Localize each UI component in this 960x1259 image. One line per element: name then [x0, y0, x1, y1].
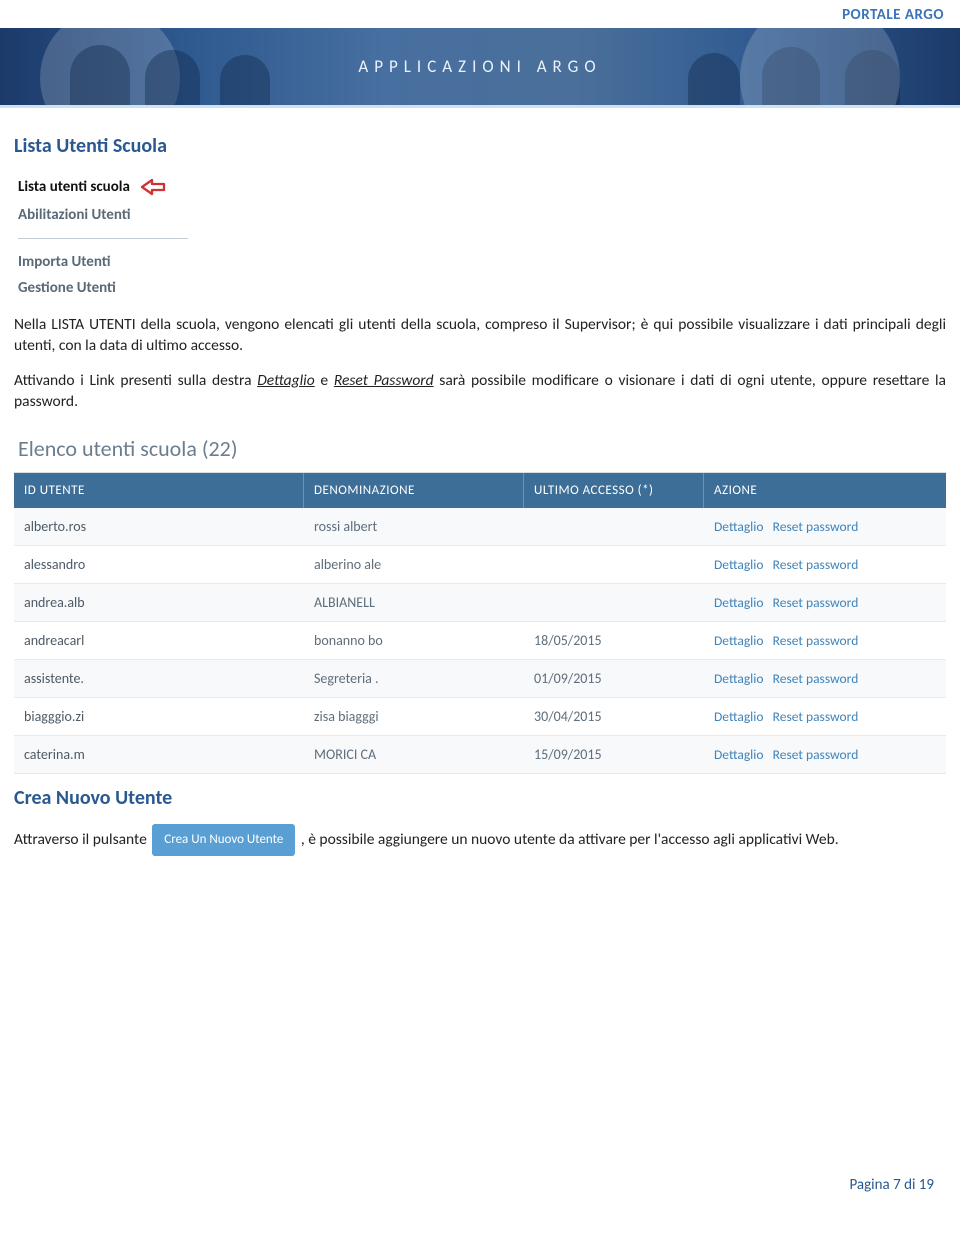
cell-denominazione: bonanno bo	[304, 622, 524, 659]
arrow-left-icon	[138, 176, 168, 198]
cell-denominazione: MORICI CA	[304, 736, 524, 773]
text-fragment: , è possibile aggiungere un nuovo utente…	[301, 830, 839, 849]
cell-denominazione: ALBIANELL	[304, 584, 524, 621]
action-reset-password-link[interactable]: Reset password	[773, 632, 859, 649]
table-row: biagggio.zizisa biagggi30/04/2015Dettagl…	[14, 698, 946, 736]
cell-ultimo-accesso: 18/05/2015	[524, 622, 704, 659]
menu-item-importa: Importa Utenti	[18, 249, 278, 275]
cell-id: caterina.m	[14, 736, 304, 773]
cell-id: biagggio.zi	[14, 698, 304, 735]
menu-item-label: Importa Utenti	[18, 253, 111, 271]
action-reset-password-link[interactable]: Reset password	[773, 746, 859, 763]
th-den: DENOMINAZIONE	[304, 473, 524, 508]
cell-id: alessandro	[14, 546, 304, 583]
action-dettaglio-link[interactable]: Dettaglio	[714, 518, 764, 535]
cell-id: andrea.alb	[14, 584, 304, 621]
cell-ultimo-accesso	[524, 554, 704, 574]
sidebar-menu-screenshot: Lista utenti scuola Abilitazioni Utenti …	[18, 172, 278, 301]
cell-azione: Dettaglio Reset password	[704, 508, 946, 545]
cell-ultimo-accesso: 01/09/2015	[524, 660, 704, 697]
cell-azione: Dettaglio Reset password	[704, 584, 946, 621]
table-row: andreacarlbonanno bo18/05/2015Dettaglio …	[14, 622, 946, 660]
table-row: andrea.albALBIANELL Dettaglio Reset passw…	[14, 584, 946, 622]
cell-ultimo-accesso: 30/04/2015	[524, 698, 704, 735]
link-reset-text: Reset Password	[334, 371, 434, 390]
cell-ultimo-accesso	[524, 516, 704, 536]
table-row: caterina.mMORICI CA15/09/2015Dettaglio R…	[14, 736, 946, 774]
create-user-button[interactable]: Crea Un Nuovo Utente	[152, 824, 295, 857]
banner-title: APPLICAZIONI ARGO	[358, 56, 601, 77]
link-dettaglio-text: Dettaglio	[257, 371, 314, 390]
paragraph-create: Attraverso il pulsante Crea Un Nuovo Ute…	[14, 824, 946, 857]
cell-azione: Dettaglio Reset password	[704, 660, 946, 697]
cell-ultimo-accesso: 15/09/2015	[524, 736, 704, 773]
th-acc: ULTIMO ACCESSO (*)	[524, 473, 704, 508]
users-table: ID UTENTE DENOMINAZIONE ULTIMO ACCESSO (…	[14, 472, 946, 774]
th-act: AZIONE	[704, 473, 946, 508]
action-dettaglio-link[interactable]: Dettaglio	[714, 556, 764, 573]
table-header-row: ID UTENTE DENOMINAZIONE ULTIMO ACCESSO (…	[14, 473, 946, 508]
cell-denominazione: Segreteria .	[304, 660, 524, 697]
cell-denominazione: zisa biagggi	[304, 698, 524, 735]
action-dettaglio-link[interactable]: Dettaglio	[714, 632, 764, 649]
menu-item-lista-utenti: Lista utenti scuola	[18, 172, 278, 202]
text-fragment: e	[315, 371, 334, 390]
action-dettaglio-link[interactable]: Dettaglio	[714, 670, 764, 687]
action-reset-password-link[interactable]: Reset password	[773, 594, 859, 611]
menu-separator	[18, 238, 188, 239]
menu-item-abilitazioni: Abilitazioni Utenti	[18, 202, 278, 228]
table-row: assistente.Segreteria .01/09/2015Dettagl…	[14, 660, 946, 698]
action-dettaglio-link[interactable]: Dettaglio	[714, 594, 764, 611]
cell-id: assistente.	[14, 660, 304, 697]
table-title: Elenco utenti scuola (22)	[18, 435, 946, 462]
menu-item-label: Gestione Utenti	[18, 279, 116, 297]
section-title-lista-utenti: Lista Utenti Scuola	[14, 134, 946, 158]
cell-id: alberto.ros	[14, 508, 304, 545]
action-reset-password-link[interactable]: Reset password	[773, 670, 859, 687]
brand-header: PORTALE ARGO	[0, 0, 960, 28]
th-id: ID UTENTE	[14, 473, 304, 508]
text-fragment: Attraverso il pulsante	[14, 830, 150, 849]
cell-id: andreacarl	[14, 622, 304, 659]
action-dettaglio-link[interactable]: Dettaglio	[714, 746, 764, 763]
cell-azione: Dettaglio Reset password	[704, 698, 946, 735]
paragraph-intro: Nella LISTA UTENTI della scuola, vengono…	[14, 315, 946, 357]
menu-item-label: Abilitazioni Utenti	[18, 206, 131, 224]
page-footer: Pagina 7 di 19	[0, 1176, 960, 1214]
paragraph-links: Attivando i Link presenti sulla destra D…	[14, 371, 946, 413]
cell-azione: Dettaglio Reset password	[704, 622, 946, 659]
cell-denominazione: rossi albert	[304, 508, 524, 545]
section-title-crea-nuovo: Crea Nuovo Utente	[14, 786, 946, 810]
banner: APPLICAZIONI ARGO	[0, 28, 960, 108]
cell-azione: Dettaglio Reset password	[704, 546, 946, 583]
action-reset-password-link[interactable]: Reset password	[773, 518, 859, 535]
table-row: alberto.rosrossi albert Dettaglio Reset p…	[14, 508, 946, 546]
menu-item-gestione: Gestione Utenti	[18, 275, 278, 301]
action-dettaglio-link[interactable]: Dettaglio	[714, 708, 764, 725]
action-reset-password-link[interactable]: Reset password	[773, 556, 859, 573]
cell-ultimo-accesso	[524, 592, 704, 612]
menu-item-label: Lista utenti scuola	[18, 178, 130, 196]
cell-azione: Dettaglio Reset password	[704, 736, 946, 773]
cell-denominazione: alberino ale	[304, 546, 524, 583]
table-row: alessandroalberino ale Dettaglio Reset pa…	[14, 546, 946, 584]
text-fragment: Attivando i Link presenti sulla destra	[14, 371, 257, 390]
action-reset-password-link[interactable]: Reset password	[773, 708, 859, 725]
